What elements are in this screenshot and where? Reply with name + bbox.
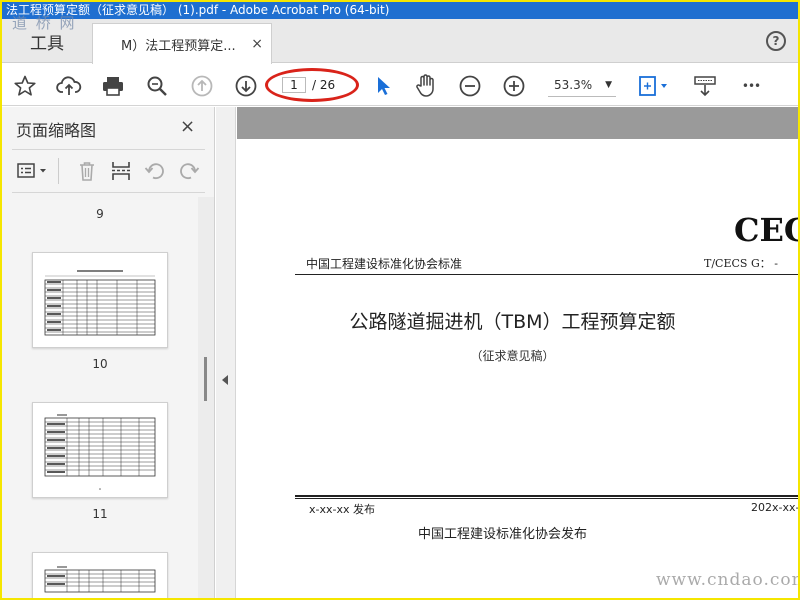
thumbnail-toolbar <box>12 149 205 193</box>
thumbnail-panel: 页面缩略图 × 9 10 11 <box>2 107 215 598</box>
panel-collapse-handle[interactable] <box>216 107 236 598</box>
print-icon[interactable] <box>100 73 126 99</box>
tab-document[interactable]: M）法工程预算定... × <box>92 23 272 64</box>
more-icon[interactable]: ••• <box>738 73 764 99</box>
panel-close-button[interactable]: × <box>180 116 195 137</box>
hand-tool-icon[interactable] <box>413 73 439 99</box>
zoom-out-icon[interactable] <box>457 73 483 99</box>
acrobat-window: 法工程预算定额（征求意见稿） (1).pdf - Adobe Acrobat P… <box>2 2 798 598</box>
highlight-annotation <box>265 68 359 102</box>
fit-page-icon[interactable] <box>636 73 672 99</box>
standard-number: T/CECS G： - <box>704 257 778 270</box>
thumbnail-page-11[interactable] <box>32 402 168 498</box>
document-title: 公路隧道掘进机（TBM）工程预算定额 <box>349 311 676 333</box>
tab-bar: 工具 M）法工程预算定... × ? <box>2 19 798 64</box>
document-view[interactable]: CEC 中国工程建设标准化协会标准 T/CECS G： - 公路隧道掘进机（TB… <box>237 107 798 598</box>
zoom-value: 53.3% <box>554 78 593 92</box>
implement-date: 202x-xx-x <box>751 501 798 514</box>
zoom-in-icon[interactable] <box>501 73 527 99</box>
pdf-page: CEC 中国工程建设标准化协会标准 T/CECS G： - 公路隧道掘进机（TB… <box>237 139 798 598</box>
toolbar-divider <box>58 158 59 184</box>
tab-document-label: M）法工程预算定... <box>121 38 236 54</box>
thumbnail-list: 9 10 11 <box>2 197 198 598</box>
trash-icon[interactable] <box>76 160 98 182</box>
thumbnail-page-number: 9 <box>96 207 104 221</box>
select-cursor-icon[interactable] <box>370 73 396 99</box>
cloud-upload-icon[interactable] <box>56 73 82 99</box>
thumbnail-page-number: 11 <box>92 507 108 521</box>
thumbnail-page-10[interactable] <box>32 252 168 348</box>
publish-date: x-xx-xx 发布 <box>309 503 375 516</box>
watermark-bottom: www.cndao.com <box>656 570 798 590</box>
zoom-select[interactable]: 53.3% ▼ <box>548 75 616 97</box>
standard-org-name: 中国工程建设标准化协会标准 <box>306 257 463 271</box>
standard-code-header: CEC <box>734 211 798 249</box>
panel-title: 页面缩略图 <box>16 121 97 140</box>
footer-rule <box>295 495 798 497</box>
header-rule <box>295 274 798 275</box>
watermark-top: 道 桥 网 <box>12 14 77 32</box>
thumbnail-options-icon[interactable] <box>16 160 50 182</box>
scrollbar-thumb[interactable] <box>204 357 207 401</box>
page-up-icon[interactable] <box>189 73 215 99</box>
chevron-down-icon: ▼ <box>605 80 612 90</box>
publisher: 中国工程建设标准化协会发布 <box>417 527 587 542</box>
tab-close-button[interactable]: × <box>251 36 263 52</box>
rotate-right-icon[interactable] <box>178 160 200 182</box>
scroll-mode-icon[interactable] <box>692 73 718 99</box>
thumbnail-page-12[interactable] <box>32 552 168 598</box>
collapse-arrow-icon <box>222 375 228 385</box>
window-title-bar: 法工程预算定额（征求意见稿） (1).pdf - Adobe Acrobat P… <box>2 2 798 19</box>
extract-page-icon[interactable] <box>110 160 132 182</box>
zoom-search-icon[interactable] <box>144 73 170 99</box>
rotate-left-icon[interactable] <box>144 160 166 182</box>
page-down-icon[interactable] <box>233 73 259 99</box>
footer-rule-thin <box>295 498 798 499</box>
star-icon[interactable] <box>12 73 38 99</box>
help-icon[interactable]: ? <box>766 31 786 51</box>
thumbnail-page-number: 10 <box>92 357 108 371</box>
document-subtitle: （征求意见稿） <box>470 349 555 363</box>
panel-scrollbar[interactable] <box>198 197 214 598</box>
main-toolbar: 1 / 26 53.3% ▼ ••• <box>2 64 798 106</box>
